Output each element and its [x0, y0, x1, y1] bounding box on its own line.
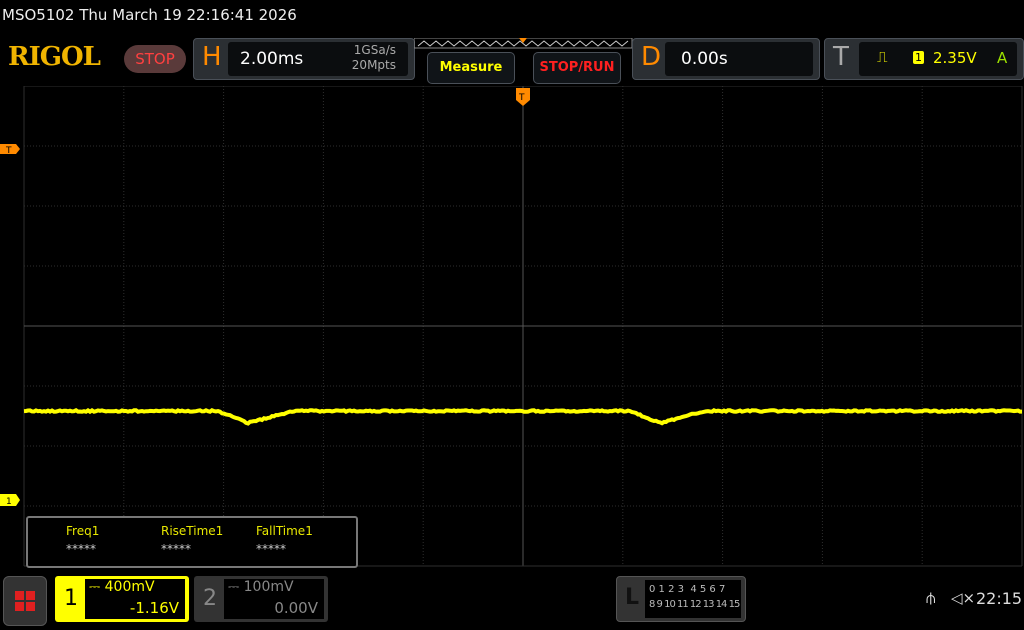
measurement-freq[interactable]: Freq1 ***** — [66, 524, 156, 556]
trigger-level: 2.35V — [933, 49, 977, 67]
logic-label: L — [625, 585, 639, 610]
rigol-logo: RIGOL — [8, 42, 100, 72]
speaker-muted-icon[interactable]: ◁× — [951, 589, 975, 607]
waveform-display[interactable]: T 1 T — [0, 86, 1024, 568]
measurement-name: FallTime1 — [256, 524, 313, 538]
channel-2-panel[interactable]: 2 ⎓ 100mV 0.00V — [194, 576, 328, 622]
clock-time: 22:15 — [976, 589, 1022, 608]
trigger-panel[interactable]: T ⎍ 1 2.35V A — [824, 38, 1024, 80]
measurement-value: ***** — [161, 542, 251, 556]
usb-icon: ⫛ — [926, 588, 936, 608]
channel-1-panel[interactable]: 1 ⎓ 400mV -1.16V — [55, 576, 189, 622]
channel-2-number: 2 — [203, 586, 217, 611]
rising-edge-icon: ⎍ — [877, 48, 888, 66]
delay-label: D — [641, 42, 661, 72]
memory-depth: 20Mpts — [352, 58, 396, 72]
channel-1-number: 1 — [64, 586, 78, 611]
window-title: MSO5102 Thu March 19 22:16:41 2026 — [2, 6, 297, 24]
measure-button[interactable]: Measure — [427, 52, 515, 84]
menu-button[interactable] — [3, 576, 47, 626]
logic-channels-row1: 0 1 2 3 4 5 6 7 — [645, 580, 741, 595]
channel-2-offset: 0.00V — [274, 599, 318, 617]
timebase-value: 2.00ms — [240, 49, 303, 69]
trigger-source: 1 — [913, 51, 924, 64]
trigger-time-marker-label: T — [518, 93, 525, 103]
measurement-name: RiseTime1 — [161, 524, 223, 538]
measurement-risetime[interactable]: RiseTime1 ***** — [161, 524, 251, 556]
grid-menu-icon — [15, 591, 35, 611]
channel-1-offset: -1.16V — [130, 599, 179, 617]
measurement-name: Freq1 — [66, 524, 99, 538]
horizontal-label: H — [202, 42, 222, 72]
measurement-panel: Freq1 ***** RiseTime1 ***** FallTime1 ***** — [26, 516, 358, 568]
delay-value: 0.00s — [681, 49, 728, 69]
run-state-badge[interactable]: STOP — [124, 45, 186, 73]
logic-panel[interactable]: L 0 1 2 3 4 5 6 7 8 9 10 11 12 13 14 15 — [616, 576, 746, 622]
horizontal-panel[interactable]: H 2.00ms 1GSa/s 20Mpts — [193, 38, 415, 80]
measurement-falltime[interactable]: FallTime1 ***** — [256, 524, 346, 556]
trigger-label: T — [833, 42, 849, 72]
channel-2-scale: ⎓ 100mV — [228, 579, 294, 595]
logic-channels-row2: 8 9 10 11 12 13 14 15 — [645, 595, 741, 610]
dc-coupling-icon: ⎓ — [228, 579, 244, 595]
trigger-position-marker — [519, 38, 527, 43]
measurement-value: ***** — [66, 542, 156, 556]
waveform-overview[interactable] — [414, 38, 634, 50]
trigger-mode: A — [997, 49, 1007, 67]
delay-panel[interactable]: D 0.00s — [632, 38, 820, 80]
ch1-offset-marker-label: 1 — [6, 497, 12, 507]
measurement-value: ***** — [256, 542, 346, 556]
stop-run-button[interactable]: STOP/RUN — [533, 52, 621, 84]
trigger-level-marker-label: T — [5, 146, 12, 156]
sample-rate: 1GSa/s — [354, 43, 396, 57]
graticule — [24, 86, 1022, 566]
dc-coupling-icon: ⎓ — [89, 579, 105, 595]
channel-1-scale: ⎓ 400mV — [89, 579, 155, 595]
